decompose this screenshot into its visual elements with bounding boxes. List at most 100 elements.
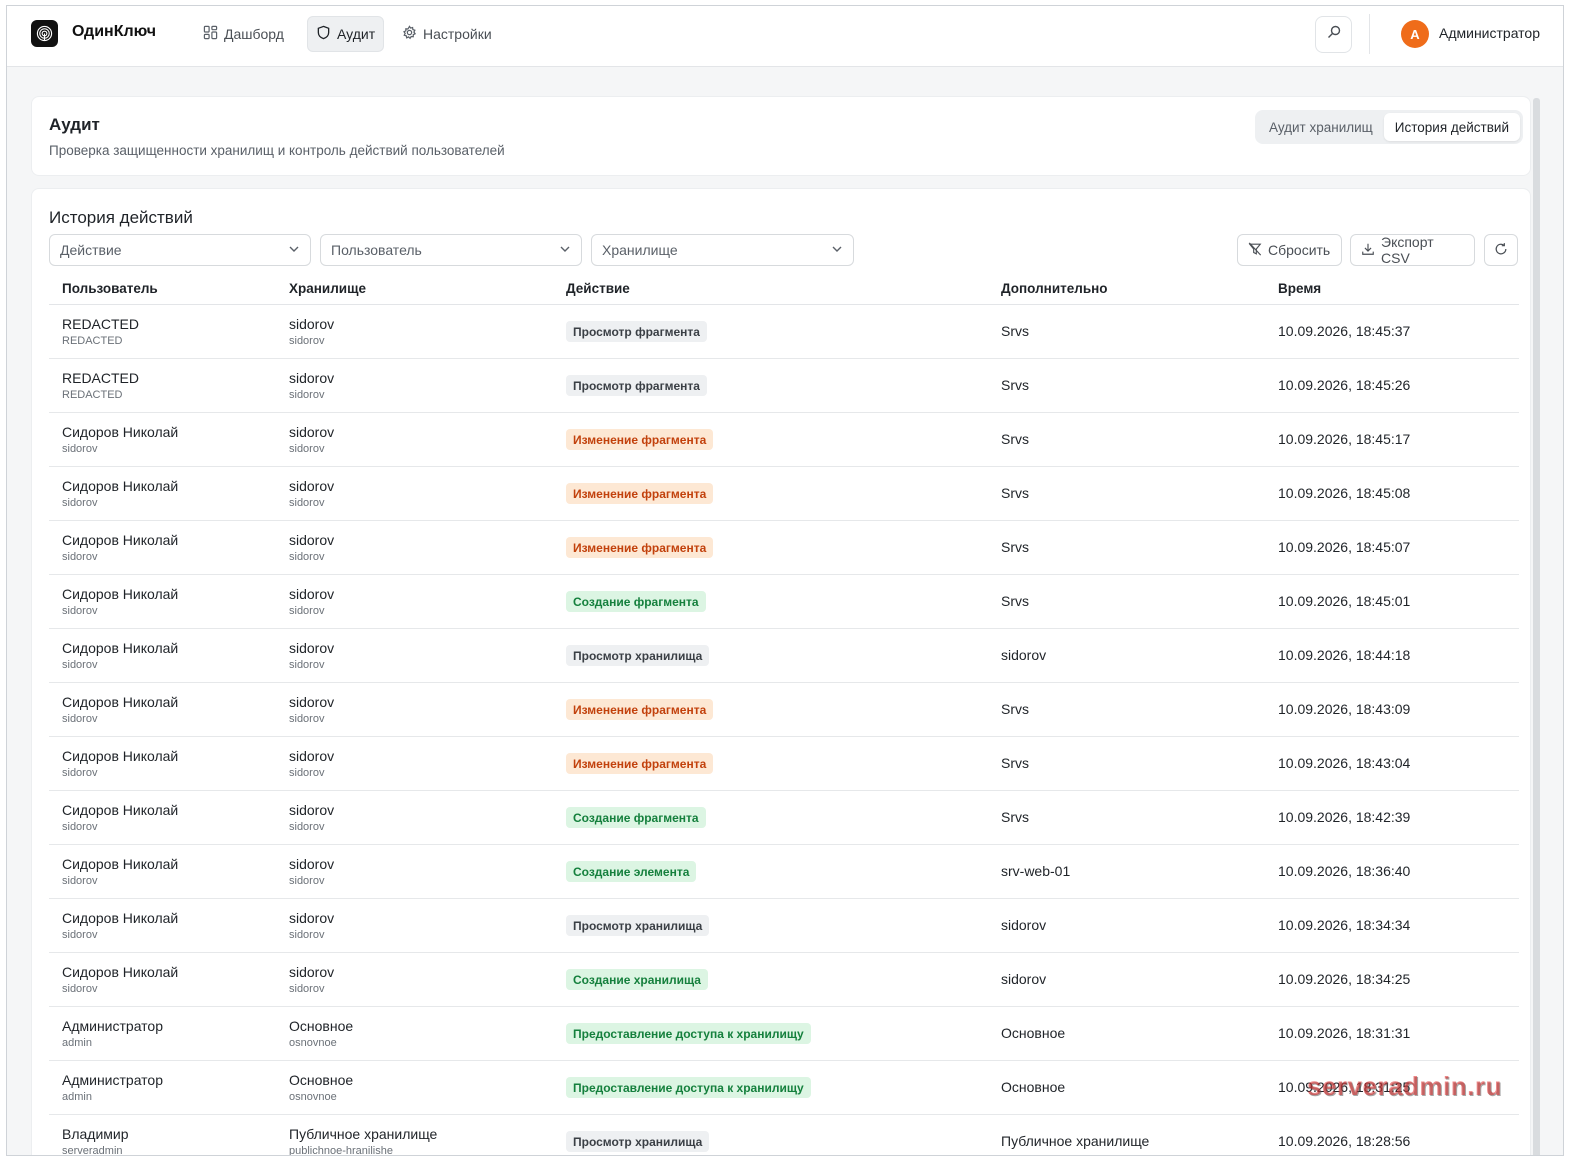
nav-dashboard[interactable]: Дашборд	[195, 16, 292, 52]
table-row[interactable]: Сидоров Николай sidorov sidorov sidorov Прос…	[49, 629, 1519, 683]
extra-cell: sidorov	[1001, 647, 1047, 663]
nav-audit[interactable]: Аудит	[307, 16, 385, 52]
reset-filters-button[interactable]: Сбросить	[1237, 234, 1342, 266]
page-scrollbar[interactable]	[1533, 98, 1540, 1155]
action-badge: Изменение фрагмента	[566, 429, 714, 450]
time-cell: 10.09.2026, 18:28:56	[1278, 1133, 1411, 1149]
vault-name-cell: Основное	[289, 1072, 354, 1088]
vault-id-cell: sidorov	[289, 983, 325, 995]
audit-view-switch: Аудит хранилищ История действий	[1254, 110, 1523, 144]
action-badge: Просмотр хранилища	[566, 1131, 710, 1152]
vault-name-cell: sidorov	[289, 964, 335, 980]
vault-name-cell: Публичное хранилище	[289, 1126, 438, 1142]
export-csv-button[interactable]: Экспорт CSV	[1350, 234, 1475, 266]
vault-name-cell: sidorov	[289, 694, 335, 710]
column-user[interactable]: Пользователь	[62, 281, 158, 296]
vault-id-cell: sidorov	[289, 335, 325, 347]
vault-id-cell: sidorov	[289, 497, 325, 509]
table-row[interactable]: Сидоров Николай sidorov sidorov sidorov Изме…	[49, 413, 1519, 467]
time-cell: 10.09.2026, 18:34:25	[1278, 971, 1411, 987]
user-login-cell: sidorov	[62, 443, 98, 455]
table-row[interactable]: REDACTED REDACTED sidorov sidorov Просмотр ф…	[49, 305, 1519, 359]
time-cell: 10.09.2026, 18:45:17	[1278, 431, 1411, 447]
user-login-cell: admin	[62, 1091, 92, 1103]
action-badge: Просмотр хранилища	[566, 645, 710, 666]
action-badge: Создание хранилища	[566, 969, 708, 990]
table-row[interactable]: Владимир serveradmin Публичное хранилище pu…	[49, 1115, 1519, 1156]
vault-id-cell: osnovnoe	[289, 1091, 337, 1103]
extra-cell: Srvs	[1001, 593, 1029, 609]
table-body: REDACTED REDACTED sidorov sidorov Просмотр ф…	[49, 305, 1519, 1156]
extra-cell: Srvs	[1001, 431, 1029, 447]
audit-header-card: Аудит Проверка защищенности хранилищ и к…	[31, 96, 1531, 176]
search-button[interactable]	[1315, 16, 1352, 53]
refresh-button[interactable]	[1484, 234, 1518, 266]
table-row[interactable]: Администратор admin Основное osnovnoe Предос…	[49, 1061, 1519, 1115]
vault-id-cell: sidorov	[289, 389, 325, 401]
nav-settings[interactable]: Настройки	[394, 16, 500, 52]
user-login-cell: sidorov	[62, 605, 98, 617]
table-row[interactable]: REDACTED REDACTED sidorov sidorov Просмотр ф…	[49, 359, 1519, 413]
action-filter-select[interactable]: Действие	[49, 234, 311, 266]
topbar-divider	[1369, 14, 1370, 54]
filter-off-icon	[1248, 241, 1262, 259]
time-cell: 10.09.2026, 18:45:01	[1278, 593, 1411, 609]
table-row[interactable]: Сидоров Николай sidorov sidorov sidorov Созд…	[49, 953, 1519, 1007]
vault-filter-placeholder: Хранилище	[602, 242, 678, 258]
app-name[interactable]: ОдинКлюч	[72, 23, 156, 41]
user-name-cell: Сидоров Николай	[62, 802, 179, 818]
user-name-cell: Администратор	[62, 1072, 164, 1088]
chevron-down-icon	[288, 242, 300, 258]
vault-id-cell: sidorov	[289, 713, 325, 725]
user-login-cell: sidorov	[62, 929, 98, 941]
user-login-cell: sidorov	[62, 659, 98, 671]
user-name[interactable]: Администратор	[1439, 25, 1540, 41]
table-row[interactable]: Администратор admin Основное osnovnoe Предос…	[49, 1007, 1519, 1061]
action-badge: Изменение фрагмента	[566, 753, 714, 774]
vault-name-cell: sidorov	[289, 640, 335, 656]
vault-name-cell: sidorov	[289, 316, 335, 332]
table-row[interactable]: Сидоров Николай sidorov sidorov sidorov Созд…	[49, 845, 1519, 899]
action-badge: Предоставление доступа к хранилищу	[566, 1077, 811, 1098]
vault-name-cell: sidorov	[289, 748, 335, 764]
vault-id-cell: sidorov	[289, 443, 325, 455]
top-bar: ОдинКлюч Дашборд Аудит Настройки A Админ…	[7, 6, 1563, 67]
tab-vault-audit[interactable]: Аудит хранилищ	[1258, 113, 1384, 141]
vault-filter-select[interactable]: Хранилище	[591, 234, 854, 266]
export-csv-label: Экспорт CSV	[1381, 234, 1434, 266]
column-extra[interactable]: Дополнительно	[1001, 281, 1108, 296]
column-action[interactable]: Действие	[566, 281, 630, 296]
gear-icon	[402, 25, 417, 43]
action-history-table: Пользователь Хранилище Действие Дополнит…	[49, 273, 1519, 1156]
column-vault[interactable]: Хранилище	[289, 281, 366, 296]
vault-id-cell: osnovnoe	[289, 1037, 337, 1049]
tab-action-history[interactable]: История действий	[1383, 113, 1520, 141]
column-time[interactable]: Время	[1278, 281, 1321, 296]
user-name-cell: Сидоров Николай	[62, 586, 179, 602]
vault-id-cell: sidorov	[289, 551, 325, 563]
user-login-cell: sidorov	[62, 821, 98, 833]
user-login-cell: admin	[62, 1037, 92, 1049]
watermark: serveradmin.ru	[1307, 1071, 1502, 1101]
vault-name-cell: sidorov	[289, 910, 335, 926]
table-row[interactable]: Сидоров Николай sidorov sidorov sidorov Изме…	[49, 521, 1519, 575]
vault-id-cell: sidorov	[289, 659, 325, 671]
table-row[interactable]: Сидоров Николай sidorov sidorov sidorov Изме…	[49, 737, 1519, 791]
user-filter-select[interactable]: Пользователь	[320, 234, 582, 266]
table-row[interactable]: Сидоров Николай sidorov sidorov sidorov Изме…	[49, 683, 1519, 737]
action-badge: Изменение фрагмента	[566, 537, 714, 558]
avatar[interactable]: A	[1401, 20, 1429, 48]
nav-settings-label: Настройки	[423, 26, 492, 42]
time-cell: 10.09.2026, 18:43:04	[1278, 755, 1411, 771]
user-login-cell: serveradmin	[62, 1145, 123, 1156]
table-row[interactable]: Сидоров Николай sidorov sidorov sidorov Созд…	[49, 791, 1519, 845]
table-row[interactable]: Сидоров Николай sidorov sidorov sidorov Прос…	[49, 899, 1519, 953]
table-row[interactable]: Сидоров Николай sidorov sidorov sidorov Изме…	[49, 467, 1519, 521]
user-name-cell: Сидоров Николай	[62, 856, 179, 872]
time-cell: 10.09.2026, 18:45:07	[1278, 539, 1411, 555]
action-badge: Изменение фрагмента	[566, 483, 714, 504]
nav-audit-label: Аудит	[337, 26, 376, 42]
table-row[interactable]: Сидоров Николай sidorov sidorov sidorov Созд…	[49, 575, 1519, 629]
app-window: ОдинКлюч Дашборд Аудит Настройки A Админ…	[6, 5, 1564, 1156]
app-logo-icon[interactable]	[31, 20, 58, 47]
